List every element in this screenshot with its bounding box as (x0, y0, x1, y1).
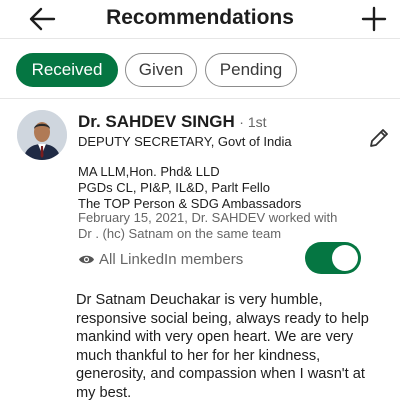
pencil-icon[interactable] (367, 126, 391, 150)
connection-degree: · 1st (239, 114, 267, 130)
visibility-label: All LinkedIn members (99, 251, 244, 268)
toggle-knob (332, 245, 358, 271)
relationship-date-line: February 15, 2021, Dr. SAHDEV worked wit… (78, 210, 338, 225)
top-bar: Recommendations (0, 0, 400, 40)
tab-received[interactable]: Received (16, 53, 118, 87)
avatar[interactable] (17, 110, 67, 160)
header-divider (0, 38, 400, 39)
recommendation-text: Dr Satnam Deuchakar is very humble, resp… (76, 292, 369, 400)
eye-icon (79, 255, 94, 264)
recommender-details-line: MA LLM,Hon. Phd& LLD (78, 164, 220, 179)
recommender-details-line: PGDs CL, PI&P, IL&D, Parlt Fello (78, 180, 270, 195)
recommender-headline: DEPUTY SECRETARY, Govt of India (78, 134, 292, 149)
relationship-date-line: Dr . (hc) Satnam on the same team (78, 226, 282, 241)
page-title: Recommendations (106, 6, 294, 29)
recommender-name[interactable]: Dr. SAHDEV SINGH (78, 112, 235, 131)
plus-icon[interactable] (361, 6, 387, 32)
tab-given[interactable]: Given (125, 53, 197, 87)
section-divider (0, 98, 400, 99)
visibility-toggle[interactable] (305, 242, 361, 274)
tab-pending[interactable]: Pending (205, 53, 297, 87)
recommender-name-line: Dr. SAHDEV SINGH · 1st (78, 112, 267, 132)
profile-photo (17, 110, 67, 160)
